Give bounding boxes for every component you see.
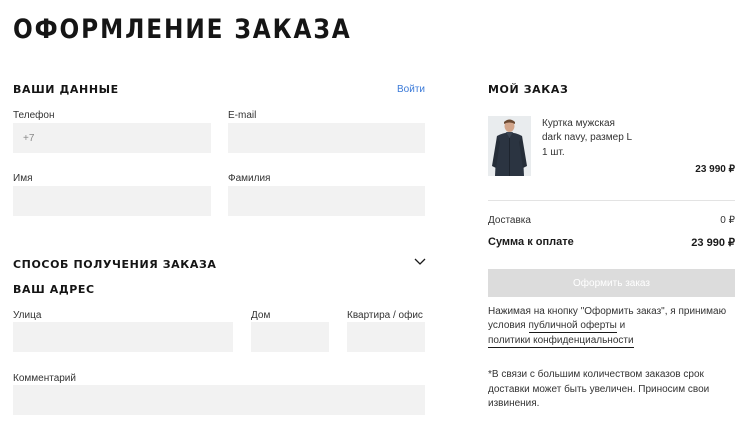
surname-input[interactable] — [228, 186, 425, 216]
apartment-input[interactable] — [347, 322, 425, 352]
privacy-policy-link[interactable]: политики конфиденциальности — [488, 335, 634, 348]
consent-prefix: условия — [488, 320, 526, 331]
apartment-label: Квартира / офис — [347, 310, 423, 321]
your-data-title: ВАШИ ДАННЫЕ — [13, 83, 119, 96]
notice-line-3: извинения. — [488, 398, 540, 409]
delivery-method-title[interactable]: СПОСОБ ПОЛУЧЕНИЯ ЗАКАЗА — [13, 258, 217, 271]
chevron-down-icon[interactable] — [413, 253, 427, 265]
name-input[interactable] — [13, 186, 211, 216]
total-value: 23 990 ₽ — [691, 237, 735, 249]
phone-label: Телефон — [13, 110, 55, 121]
house-input[interactable] — [251, 322, 329, 352]
consent-line-1: Нажимая на кнопку "Оформить заказ", я пр… — [488, 306, 727, 317]
product-quantity: 1 шт. — [542, 147, 565, 158]
product-price: 23 990 ₽ — [695, 164, 735, 175]
address-title: ВАШ АДРЕС — [13, 283, 95, 296]
jacket-photo-icon — [488, 116, 531, 176]
comment-input[interactable] — [13, 385, 425, 415]
product-variant: dark navy, размер L — [542, 132, 633, 143]
page-title: ОФОРМЛЕНИЕ ЗАКАЗА — [13, 14, 352, 45]
consent-line-3: политики конфиденциальности — [488, 335, 634, 348]
login-link[interactable]: Войти — [397, 84, 425, 95]
street-label: Улица — [13, 310, 42, 321]
product-name[interactable]: Куртка мужская — [542, 118, 615, 129]
product-image[interactable] — [488, 116, 531, 176]
street-input[interactable] — [13, 322, 233, 352]
public-offer-link[interactable]: публичной оферты — [528, 320, 617, 333]
shipping-value: 0 ₽ — [720, 215, 735, 226]
shipping-label: Доставка — [488, 215, 531, 226]
notice-line-2: доставки может быть увеличен. Приносим с… — [488, 384, 710, 395]
house-label: Дом — [251, 310, 271, 321]
order-divider — [488, 200, 735, 201]
my-order-title: МОЙ ЗАКАЗ — [488, 83, 569, 96]
consent-and: и — [619, 320, 626, 331]
name-label: Имя — [13, 173, 33, 184]
email-label: E-mail — [228, 110, 257, 121]
phone-input[interactable] — [13, 123, 211, 153]
email-input[interactable] — [228, 123, 425, 153]
submit-order-button[interactable]: Оформить заказ — [488, 269, 735, 297]
consent-line-2: условия публичной оферты и — [488, 320, 626, 333]
comment-label: Комментарий — [13, 373, 76, 384]
total-label: Сумма к оплате — [488, 236, 574, 248]
notice-line-1: *В связи с большим количеством заказов с… — [488, 369, 704, 380]
surname-label: Фамилия — [228, 173, 271, 184]
